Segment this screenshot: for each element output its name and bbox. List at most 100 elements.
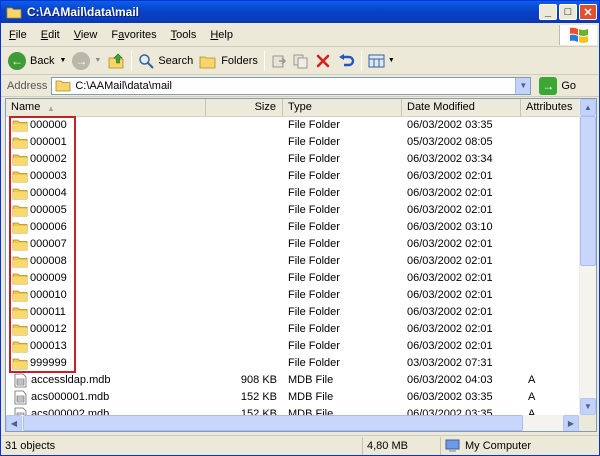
cell-name: 000007 bbox=[6, 236, 206, 253]
table-row[interactable]: 999999 File Folder 03/03/2002 07:31 bbox=[6, 355, 580, 372]
database-file-icon bbox=[14, 373, 27, 388]
horizontal-scroll-thumb[interactable] bbox=[23, 415, 523, 431]
delete-button[interactable] bbox=[312, 49, 334, 73]
cell-name: 000006 bbox=[6, 219, 206, 236]
table-row[interactable]: 000001 File Folder 05/03/2002 08:05 bbox=[6, 134, 580, 151]
standard-toolbar: ← Back ▼ → ▼ Search Folders ▼ bbox=[1, 47, 599, 75]
cell-date-modified: 06/03/2002 02:01 bbox=[407, 204, 493, 216]
menu-favorites[interactable]: Favorites bbox=[105, 25, 162, 45]
menu-edit[interactable]: Edit bbox=[35, 25, 66, 45]
scroll-left-button[interactable]: ◀ bbox=[6, 415, 22, 431]
column-header-date-modified[interactable]: Date Modified bbox=[402, 99, 521, 117]
scroll-down-button[interactable]: ▼ bbox=[580, 398, 596, 415]
chevron-down-icon[interactable]: ▼ bbox=[388, 57, 395, 64]
column-header-size[interactable]: Size bbox=[206, 99, 283, 117]
cell-type: File Folder bbox=[288, 323, 340, 335]
close-button[interactable]: ✕ bbox=[579, 4, 597, 20]
menu-help[interactable]: Help bbox=[204, 25, 239, 45]
cell-name: 000008 bbox=[6, 253, 206, 270]
vertical-scrollbar[interactable]: ▲ ▼ bbox=[579, 99, 596, 415]
menu-tools[interactable]: Tools bbox=[165, 25, 203, 45]
table-row[interactable]: 000010 File Folder 06/03/2002 02:01 bbox=[6, 287, 580, 304]
table-row[interactable]: 000011 File Folder 06/03/2002 02:01 bbox=[6, 304, 580, 321]
back-button[interactable]: ← Back ▼ bbox=[5, 49, 69, 73]
address-input[interactable]: C:\AAMail\data\mail ▼ bbox=[51, 76, 532, 95]
cell-attributes bbox=[521, 117, 580, 134]
cell-attributes: A bbox=[528, 391, 536, 403]
file-name: 000007 bbox=[30, 238, 67, 250]
cell-name: 000005 bbox=[6, 202, 206, 219]
search-button[interactable]: Search bbox=[135, 49, 196, 73]
cell-type: File Folder bbox=[288, 170, 340, 182]
folder-icon bbox=[55, 80, 71, 92]
chevron-down-icon[interactable]: ▼ bbox=[94, 57, 101, 64]
go-button[interactable]: → Go bbox=[539, 76, 576, 95]
horizontal-scrollbar[interactable]: ◀ ▶ bbox=[6, 415, 580, 431]
cell-size bbox=[206, 355, 283, 372]
folder-icon bbox=[12, 120, 28, 132]
folders-button[interactable]: Folders bbox=[196, 49, 261, 73]
cell-attributes bbox=[521, 134, 580, 151]
file-name: acs000001.mdb bbox=[31, 391, 110, 403]
file-name: 000011 bbox=[30, 306, 66, 318]
menu-view[interactable]: View bbox=[68, 25, 104, 45]
views-icon bbox=[368, 54, 385, 67]
cell-size bbox=[206, 117, 283, 134]
table-row[interactable]: 000005 File Folder 06/03/2002 02:01 bbox=[6, 202, 580, 219]
cell-size bbox=[206, 202, 283, 219]
table-row[interactable]: 000003 File Folder 06/03/2002 02:01 bbox=[6, 168, 580, 185]
vertical-scroll-thumb[interactable] bbox=[580, 116, 596, 266]
table-row[interactable]: 000013 File Folder 06/03/2002 02:01 bbox=[6, 338, 580, 355]
maximize-button[interactable]: □ bbox=[559, 4, 577, 20]
file-list-view[interactable]: Name ▲ Size Type Date Modified Attribute… bbox=[5, 98, 597, 432]
cell-date-modified: 06/03/2002 02:01 bbox=[407, 272, 493, 284]
table-row[interactable]: accessldap.mdb 908 KB MDB File 06/03/2002 0… bbox=[6, 372, 580, 389]
move-to-button[interactable] bbox=[268, 49, 290, 73]
column-header-type[interactable]: Type bbox=[283, 99, 402, 117]
cell-type: MDB File bbox=[288, 391, 334, 403]
folders-icon bbox=[199, 56, 216, 68]
table-row[interactable]: 000006 File Folder 06/03/2002 03:10 bbox=[6, 219, 580, 236]
table-row[interactable]: 000007 File Folder 06/03/2002 02:01 bbox=[6, 236, 580, 253]
file-name: accessldap.mdb bbox=[31, 374, 111, 386]
address-dropdown-button[interactable]: ▼ bbox=[515, 77, 531, 94]
folder-icon bbox=[12, 324, 28, 336]
table-row[interactable]: 000012 File Folder 06/03/2002 02:01 bbox=[6, 321, 580, 338]
cell-type: File Folder bbox=[288, 136, 340, 148]
cell-name: 999999 bbox=[6, 355, 206, 372]
table-row[interactable]: 000009 File Folder 06/03/2002 02:01 bbox=[6, 270, 580, 287]
up-folder-button[interactable] bbox=[104, 49, 128, 73]
menu-file[interactable]: File bbox=[3, 25, 33, 45]
windows-logo-icon bbox=[559, 25, 597, 45]
table-row[interactable]: 000004 File Folder 06/03/2002 02:01 bbox=[6, 185, 580, 202]
cell-attributes: A bbox=[528, 374, 536, 386]
cell-date-modified: 06/03/2002 03:10 bbox=[407, 221, 493, 233]
table-row[interactable]: 000008 File Folder 06/03/2002 02:01 bbox=[6, 253, 580, 270]
table-row[interactable]: 000000 File Folder 06/03/2002 03:35 bbox=[6, 117, 580, 134]
cell-type: File Folder bbox=[288, 306, 340, 318]
views-button[interactable]: ▼ bbox=[365, 49, 398, 73]
table-row[interactable]: acs000001.mdb 152 KB MDB File 06/03/2002 03… bbox=[6, 389, 580, 406]
column-header-attributes[interactable]: Attributes bbox=[521, 99, 580, 117]
cell-name: 000009 bbox=[6, 270, 206, 287]
file-name: 000003 bbox=[30, 170, 67, 182]
copy-to-button[interactable] bbox=[290, 49, 312, 73]
undo-button[interactable] bbox=[334, 49, 358, 73]
cell-size bbox=[206, 134, 283, 151]
table-row[interactable]: 000002 File Folder 06/03/2002 03:34 bbox=[6, 151, 580, 168]
scroll-right-button[interactable]: ▶ bbox=[563, 415, 579, 431]
chevron-down-icon[interactable]: ▼ bbox=[59, 57, 66, 64]
column-header-name[interactable]: Name ▲ bbox=[6, 99, 206, 117]
title-bar[interactable]: C:\AAMail\data\mail _ □ ✕ bbox=[1, 1, 599, 23]
cell-date-modified: 06/03/2002 03:35 bbox=[407, 391, 493, 403]
file-name: 000010 bbox=[30, 289, 67, 301]
chevron-down-icon: ▼ bbox=[584, 402, 592, 411]
forward-button[interactable]: → ▼ bbox=[69, 49, 104, 73]
scroll-up-button[interactable]: ▲ bbox=[580, 99, 596, 116]
folder-icon bbox=[12, 307, 28, 319]
file-name: 000008 bbox=[30, 255, 67, 267]
folder-icon bbox=[12, 358, 28, 370]
cell-date-modified: 06/03/2002 04:03 bbox=[407, 374, 493, 386]
minimize-button[interactable]: _ bbox=[539, 4, 557, 20]
window-title: C:\AAMail\data\mail bbox=[27, 5, 140, 19]
